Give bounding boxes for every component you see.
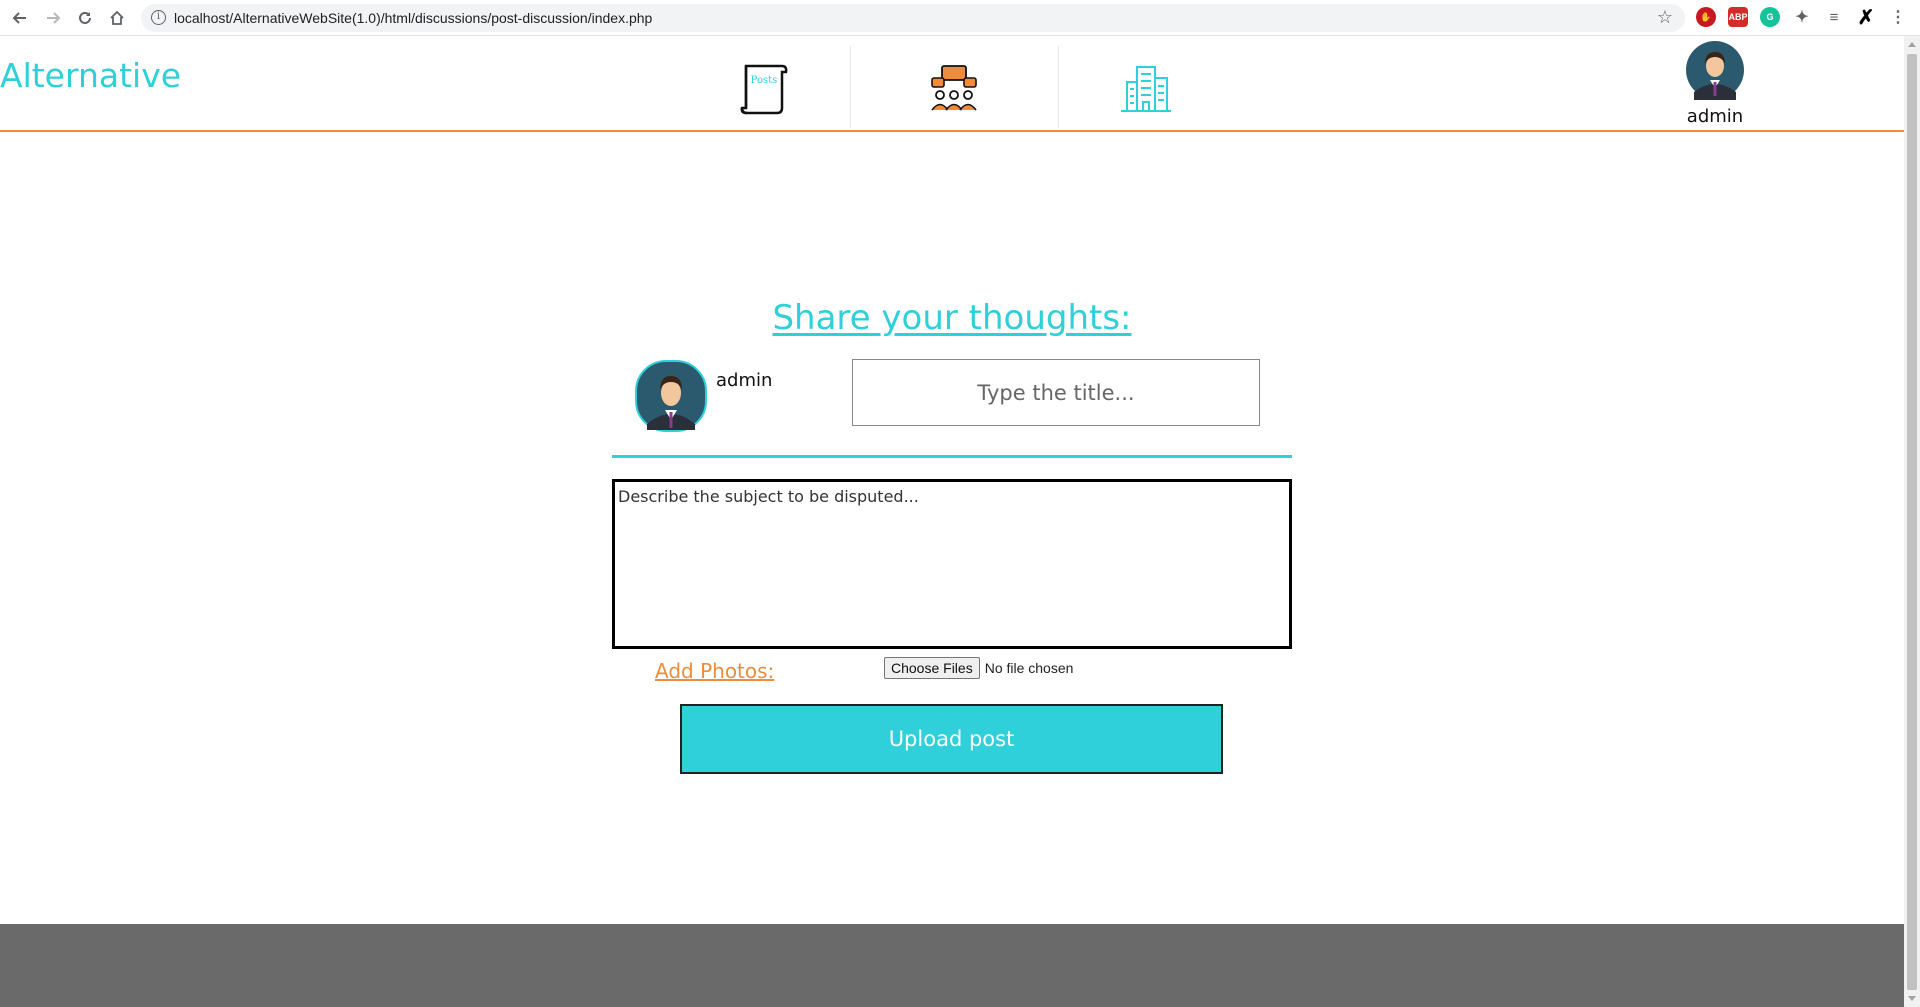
site-logo[interactable]: Alternative [0, 56, 181, 95]
author-name: admin [716, 370, 773, 391]
site-header: Alternative Posts admin [0, 36, 1904, 132]
x-icon[interactable]: ✗ [1856, 7, 1876, 29]
browser-toolbar: i localhost/AlternativeWebSite(1.0)/html… [0, 0, 1920, 36]
address-bar[interactable]: i localhost/AlternativeWebSite(1.0)/html… [141, 4, 1685, 32]
file-status-text: No file chosen [984, 660, 1074, 676]
post-description-textarea[interactable] [612, 479, 1292, 649]
post-title-input[interactable] [852, 359, 1260, 426]
back-icon[interactable] [8, 6, 32, 30]
user-name: admin [1686, 106, 1744, 127]
home-icon[interactable] [105, 6, 129, 30]
forward-icon[interactable] [41, 6, 65, 30]
avatar [635, 360, 707, 432]
form-divider [612, 455, 1292, 458]
bookmark-star-icon[interactable]: ☆ [1657, 7, 1673, 28]
puzzle-icon[interactable]: ✦ [1792, 7, 1812, 27]
site-info-icon[interactable]: i [151, 10, 166, 25]
scroll-down-icon[interactable] [1908, 996, 1916, 1001]
nav-divider [850, 46, 851, 128]
file-upload-field[interactable]: Choose Files No file chosen [884, 657, 1073, 679]
nav-posts[interactable]: Posts [730, 48, 798, 130]
grammarly-icon[interactable]: G [1760, 7, 1780, 27]
avatar [1686, 41, 1744, 100]
scrollbar[interactable] [1904, 36, 1920, 1007]
posts-scroll-icon: Posts [740, 64, 788, 115]
user-profile[interactable]: admin [1682, 40, 1748, 127]
menu-kebab-icon[interactable]: ⋮ [1888, 7, 1908, 27]
url-text: localhost/AlternativeWebSite(1.0)/html/d… [174, 10, 653, 26]
nav-discussions[interactable] [924, 48, 984, 130]
playlist-icon[interactable]: ≡ [1824, 7, 1844, 27]
reload-icon[interactable] [73, 6, 97, 30]
page-title: Share your thoughts: [772, 298, 1132, 338]
svg-text:Posts: Posts [751, 75, 778, 86]
nav-companies[interactable] [1116, 48, 1176, 130]
nav-divider [1058, 46, 1059, 128]
abp-icon[interactable]: ABP [1728, 7, 1748, 27]
buildings-icon [1121, 66, 1171, 112]
page-footer [0, 924, 1904, 1007]
author-avatar [635, 360, 707, 436]
scroll-up-icon[interactable] [1908, 42, 1916, 47]
scrollbar-thumb[interactable] [1907, 54, 1917, 990]
add-photos-label: Add Photos: [655, 659, 775, 683]
upload-post-button[interactable]: Upload post [680, 704, 1223, 774]
adblock-icon[interactable]: ✋ [1696, 7, 1716, 27]
choose-files-button[interactable]: Choose Files [884, 657, 980, 679]
discussion-group-icon [931, 65, 977, 111]
